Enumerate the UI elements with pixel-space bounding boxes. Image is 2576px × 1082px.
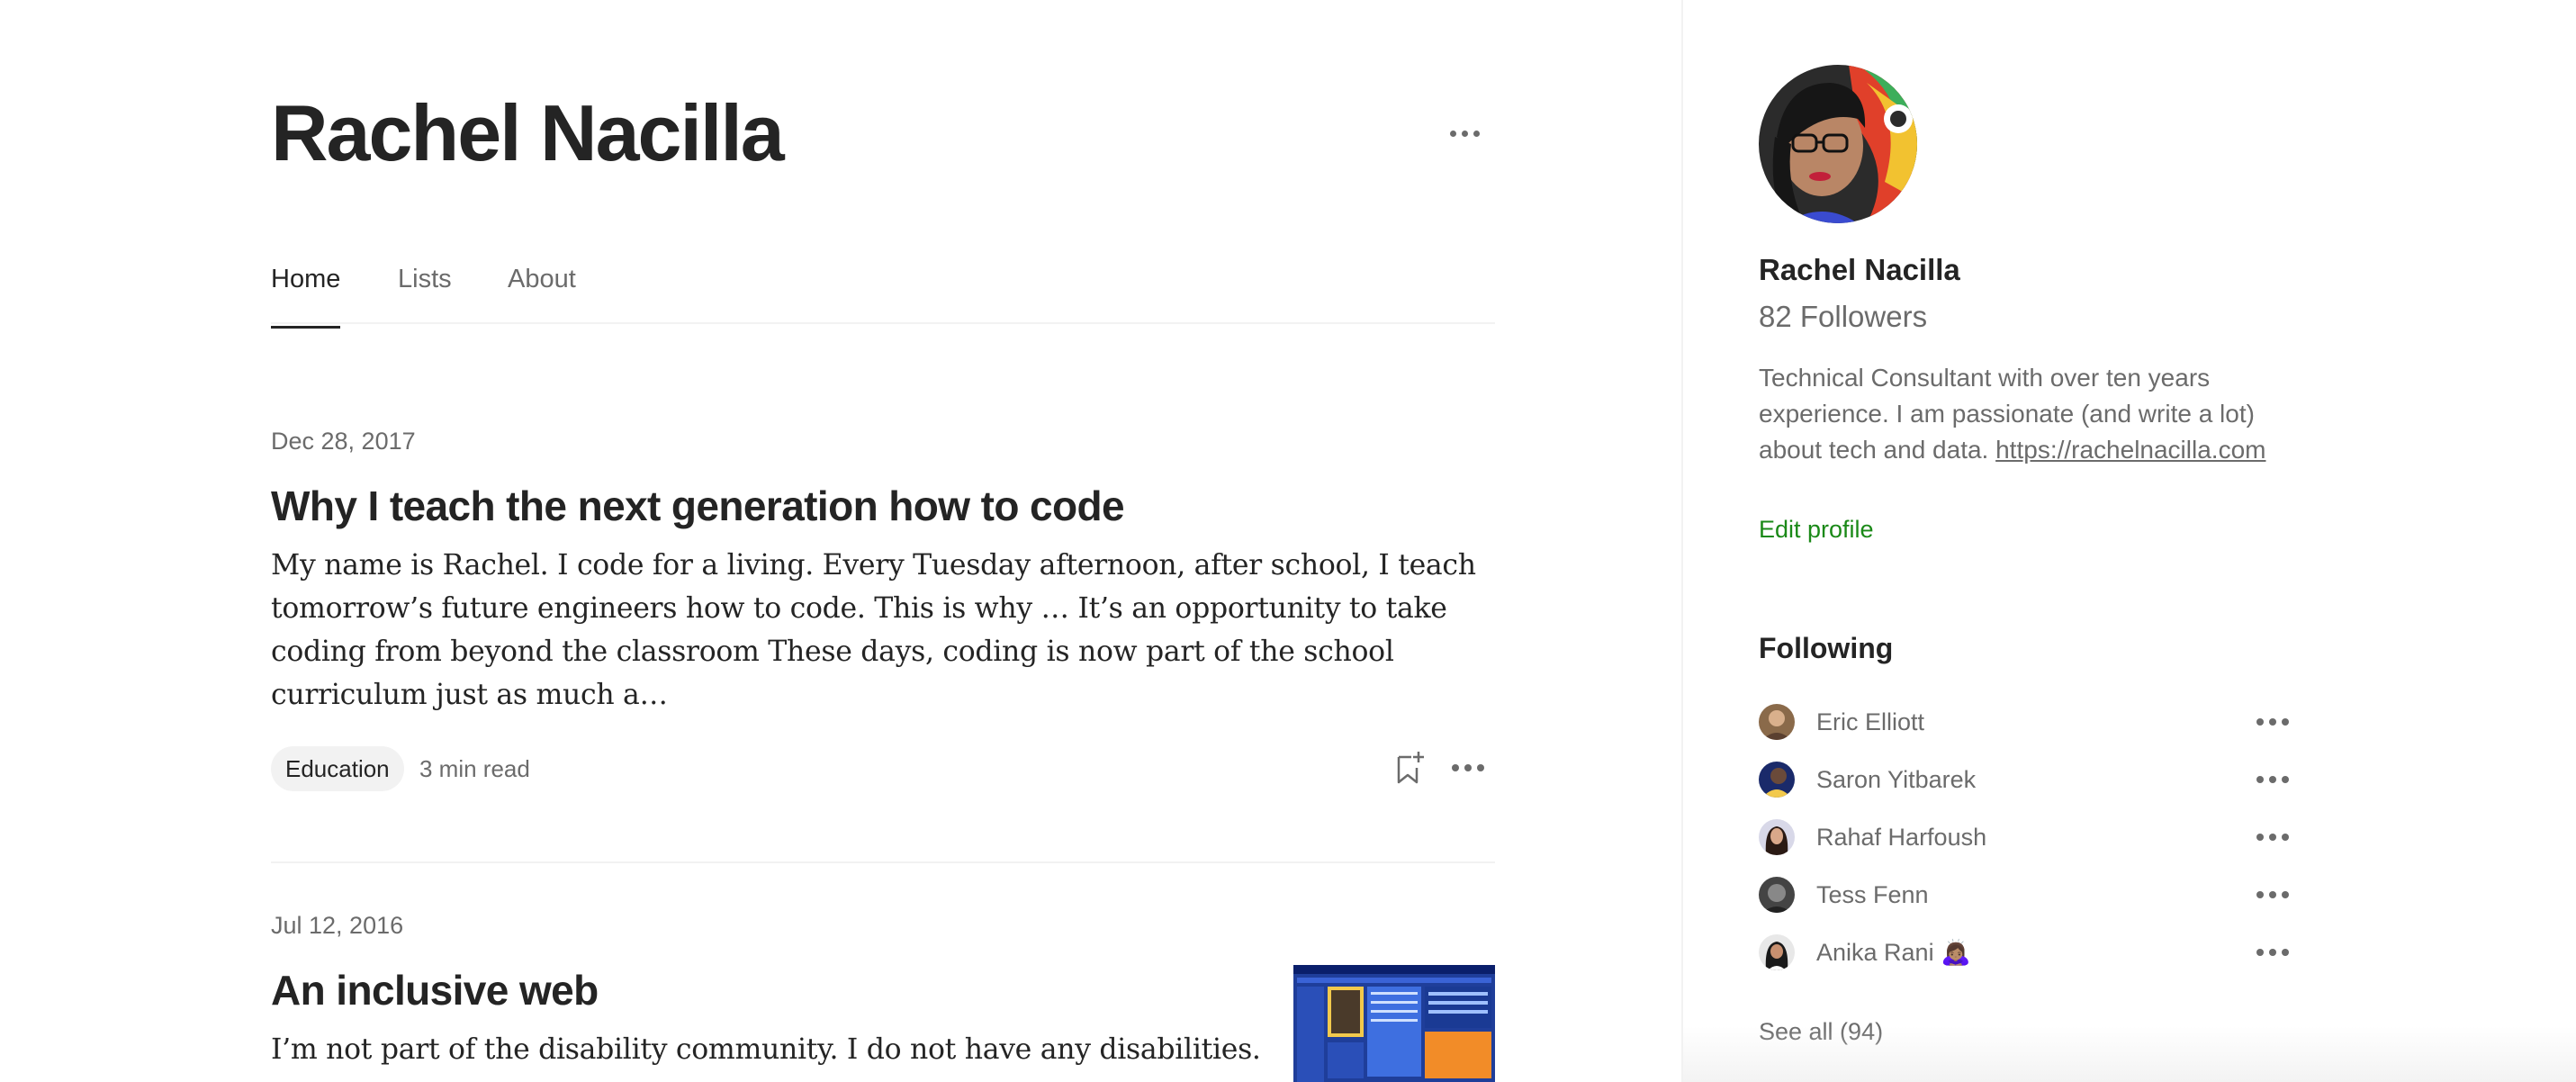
- following-name[interactable]: Saron Yitbarek: [1816, 760, 1976, 799]
- more-horizontal-icon: [1452, 764, 1484, 771]
- more-horizontal-icon: [1449, 130, 1480, 137]
- more-horizontal-icon: [2256, 834, 2289, 841]
- page-title: Rachel Nacilla: [271, 88, 785, 177]
- bookmark-add-icon: [1397, 752, 1424, 784]
- tab-about[interactable]: About: [508, 254, 576, 326]
- post-more-button[interactable]: [1446, 745, 1491, 790]
- tab-home[interactable]: Home: [271, 254, 341, 329]
- bio-link[interactable]: https://rachelnacilla.com: [1995, 436, 2265, 464]
- more-horizontal-icon: [2256, 949, 2289, 956]
- post-excerpt[interactable]: I’m not part of the disability community…: [271, 1028, 1270, 1071]
- following-more-button[interactable]: [2250, 933, 2295, 972]
- following-item: Saron Yitbarek: [1759, 760, 2299, 799]
- post-divider: [271, 861, 1495, 863]
- more-horizontal-icon: [2256, 718, 2289, 726]
- following-name[interactable]: Tess Fenn: [1816, 875, 1929, 915]
- post-thumbnail[interactable]: [1293, 965, 1495, 1082]
- avatar[interactable]: [1759, 65, 1917, 223]
- following-more-button[interactable]: [2250, 702, 2295, 742]
- profile-more-button[interactable]: [1441, 113, 1488, 153]
- following-name[interactable]: Anika Rani 🙇🏽‍♀️: [1816, 933, 1971, 972]
- post-tag[interactable]: Education: [271, 746, 404, 791]
- post-date: Dec 28, 2017: [271, 428, 416, 455]
- avatar[interactable]: [1759, 704, 1795, 740]
- following-more-button[interactable]: [2250, 875, 2295, 915]
- following-more-button[interactable]: [2250, 817, 2295, 857]
- see-all-following-link[interactable]: See all (94): [1759, 1015, 1883, 1048]
- post-title[interactable]: An inclusive web: [271, 963, 599, 1017]
- following-item: Eric Elliott: [1759, 702, 2299, 742]
- bookmark-button[interactable]: [1387, 745, 1432, 790]
- more-horizontal-icon: [2256, 891, 2289, 898]
- avatar[interactable]: [1759, 819, 1795, 855]
- profile-tabs: Home Lists About: [271, 254, 1495, 329]
- post-title[interactable]: Why I teach the next generation how to c…: [271, 479, 1125, 533]
- edit-profile-link[interactable]: Edit profile: [1759, 511, 1874, 547]
- following-item: Anika Rani 🙇🏽‍♀️: [1759, 933, 2299, 972]
- profile-sidebar: Rachel Nacilla 82 Followers Technical Co…: [1681, 0, 2576, 1082]
- profile-bio: Technical Consultant with over ten years…: [1759, 360, 2299, 468]
- avatar[interactable]: [1759, 877, 1795, 913]
- sidebar-profile-name[interactable]: Rachel Nacilla: [1759, 250, 1960, 290]
- post-excerpt[interactable]: My name is Rachel. I code for a living. …: [271, 544, 1504, 717]
- following-heading: Following: [1759, 632, 1894, 664]
- more-horizontal-icon: [2256, 776, 2289, 783]
- post-read-time: 3 min read: [419, 755, 530, 782]
- following-more-button[interactable]: [2250, 760, 2295, 799]
- following-item: Rahaf Harfoush: [1759, 817, 2299, 857]
- followers-count[interactable]: 82 Followers: [1759, 297, 1927, 337]
- following-name[interactable]: Rahaf Harfoush: [1816, 817, 1986, 857]
- avatar[interactable]: [1759, 762, 1795, 798]
- tab-lists[interactable]: Lists: [398, 254, 452, 326]
- post-date: Jul 12, 2016: [271, 912, 404, 939]
- following-name[interactable]: Eric Elliott: [1816, 702, 1924, 742]
- main-column: Rachel Nacilla Home Lists About Dec 28, …: [0, 0, 1681, 1082]
- following-item: Tess Fenn: [1759, 875, 2299, 915]
- avatar[interactable]: [1759, 934, 1795, 970]
